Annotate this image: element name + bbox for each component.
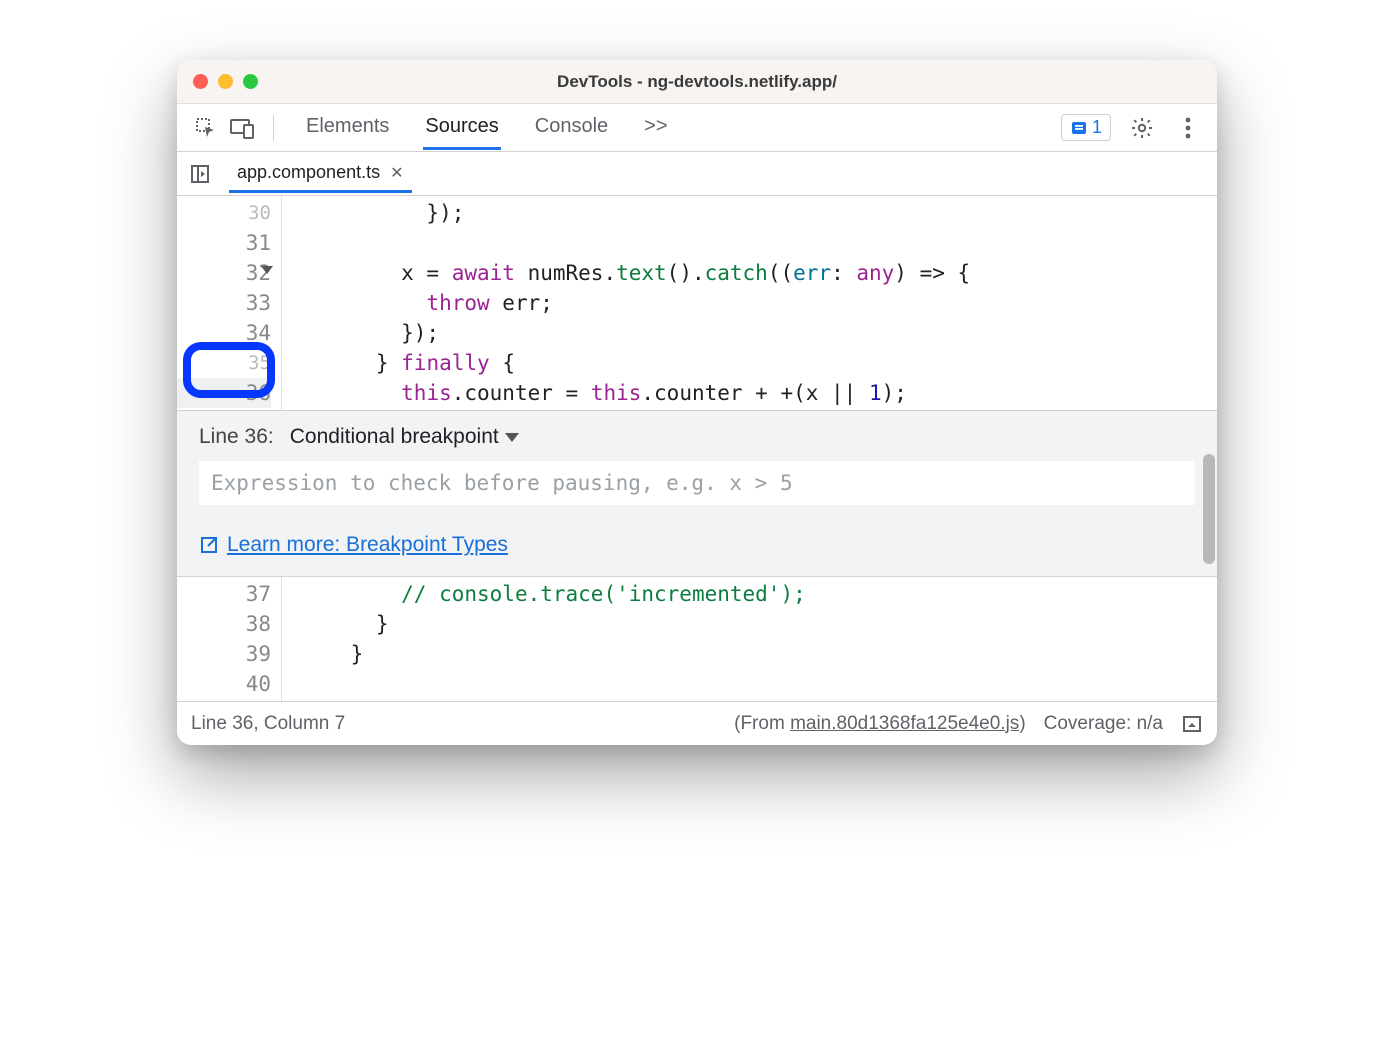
editor-area: 30313233343536 }); x = await numRes.text…	[177, 196, 1217, 410]
code-line[interactable]: this.counter = this.counter + +(x || 1);	[300, 378, 1217, 408]
code-line[interactable]: // console.trace('incremented');	[300, 579, 1217, 609]
code-line[interactable]: x = await numRes.text().catch((err: any)…	[300, 258, 1217, 288]
line-number[interactable]: 39	[177, 639, 271, 669]
breakpoint-condition-input[interactable]	[199, 461, 1195, 505]
line-number[interactable]: 37	[177, 579, 271, 609]
close-window-button[interactable]	[193, 74, 208, 89]
settings-icon[interactable]	[1127, 113, 1157, 143]
code-line[interactable]: } finally {	[300, 348, 1217, 378]
toolbar-divider	[273, 115, 274, 141]
learn-more-label: Learn more: Breakpoint Types	[227, 533, 508, 557]
show-drawer-icon[interactable]	[1181, 713, 1203, 735]
window-controls	[193, 74, 258, 89]
code-line[interactable]: }	[300, 609, 1217, 639]
code-line[interactable]: });	[300, 318, 1217, 348]
more-options-icon[interactable]	[1173, 113, 1203, 143]
file-tab-app-component[interactable]: app.component.ts ✕	[229, 154, 412, 193]
line-number[interactable]: 31	[177, 228, 271, 258]
line-number-gutter[interactable]: 37383940	[177, 577, 282, 701]
tab-sources[interactable]: Sources	[423, 105, 500, 150]
fold-icon[interactable]	[261, 266, 273, 274]
toolbar-right: 1	[1061, 113, 1203, 143]
line-number[interactable]: 30	[177, 198, 271, 228]
statusbar: Line 36, Column 7 (From main.80d1368fa12…	[177, 701, 1217, 745]
code-line[interactable]: });	[300, 198, 1217, 228]
device-toolbar-icon[interactable]	[227, 113, 257, 143]
learn-more-link[interactable]: Learn more: Breakpoint Types	[199, 533, 508, 557]
titlebar: DevTools - ng-devtools.netlify.app/	[177, 60, 1217, 104]
source-map-link[interactable]: main.80d1368fa125e4e0.js	[790, 713, 1019, 734]
maximize-window-button[interactable]	[243, 74, 258, 89]
breakpoint-type-label: Conditional breakpoint	[290, 425, 499, 449]
code-line[interactable]	[300, 669, 1217, 699]
code-line[interactable]: throw err;	[300, 288, 1217, 318]
line-number[interactable]: 32	[177, 258, 271, 288]
devtools-window: DevTools - ng-devtools.netlify.app/ Elem…	[177, 60, 1217, 745]
issues-badge[interactable]: 1	[1061, 114, 1111, 141]
breakpoint-panel: Line 36: Conditional breakpoint Learn mo…	[177, 410, 1217, 577]
code-editor[interactable]: }); x = await numRes.text().catch((err: …	[282, 196, 1217, 410]
scrollbar-thumb[interactable]	[1203, 454, 1215, 564]
cursor-position: Line 36, Column 7	[191, 713, 345, 735]
code-line[interactable]: }	[300, 639, 1217, 669]
tab-console[interactable]: Console	[533, 105, 610, 150]
line-number[interactable]: 40	[177, 669, 271, 699]
main-toolbar: Elements Sources Console >> 1	[177, 104, 1217, 152]
line-number[interactable]: 33	[177, 288, 271, 318]
line-number[interactable]: 38	[177, 609, 271, 639]
breakpoint-header: Line 36: Conditional breakpoint	[199, 425, 1195, 449]
breakpoint-line-label: Line 36:	[199, 425, 274, 449]
breakpoint-type-dropdown[interactable]: Conditional breakpoint	[290, 425, 519, 449]
file-tab-bar: app.component.ts ✕	[177, 152, 1217, 196]
more-tabs-button[interactable]: >>	[642, 105, 669, 150]
navigator-toggle-icon[interactable]	[187, 161, 213, 187]
chevron-down-icon	[505, 433, 519, 442]
code-line[interactable]	[300, 228, 1217, 258]
inspect-element-icon[interactable]	[191, 113, 221, 143]
window-title: DevTools - ng-devtools.netlify.app/	[177, 72, 1217, 92]
close-tab-icon[interactable]: ✕	[390, 163, 403, 183]
tab-elements[interactable]: Elements	[304, 105, 391, 150]
editor-area-continued: 37383940 // console.trace('incremented')…	[177, 577, 1217, 701]
file-tab-label: app.component.ts	[237, 162, 380, 183]
annotation-highlight-ring	[183, 342, 275, 398]
coverage-status: Coverage: n/a	[1044, 713, 1163, 735]
code-editor[interactable]: // console.trace('incremented'); } }	[282, 577, 1217, 701]
source-from: (From main.80d1368fa125e4e0.js)	[734, 713, 1026, 735]
issues-count: 1	[1092, 117, 1102, 138]
panel-tabs: Elements Sources Console >>	[304, 105, 1055, 150]
minimize-window-button[interactable]	[218, 74, 233, 89]
